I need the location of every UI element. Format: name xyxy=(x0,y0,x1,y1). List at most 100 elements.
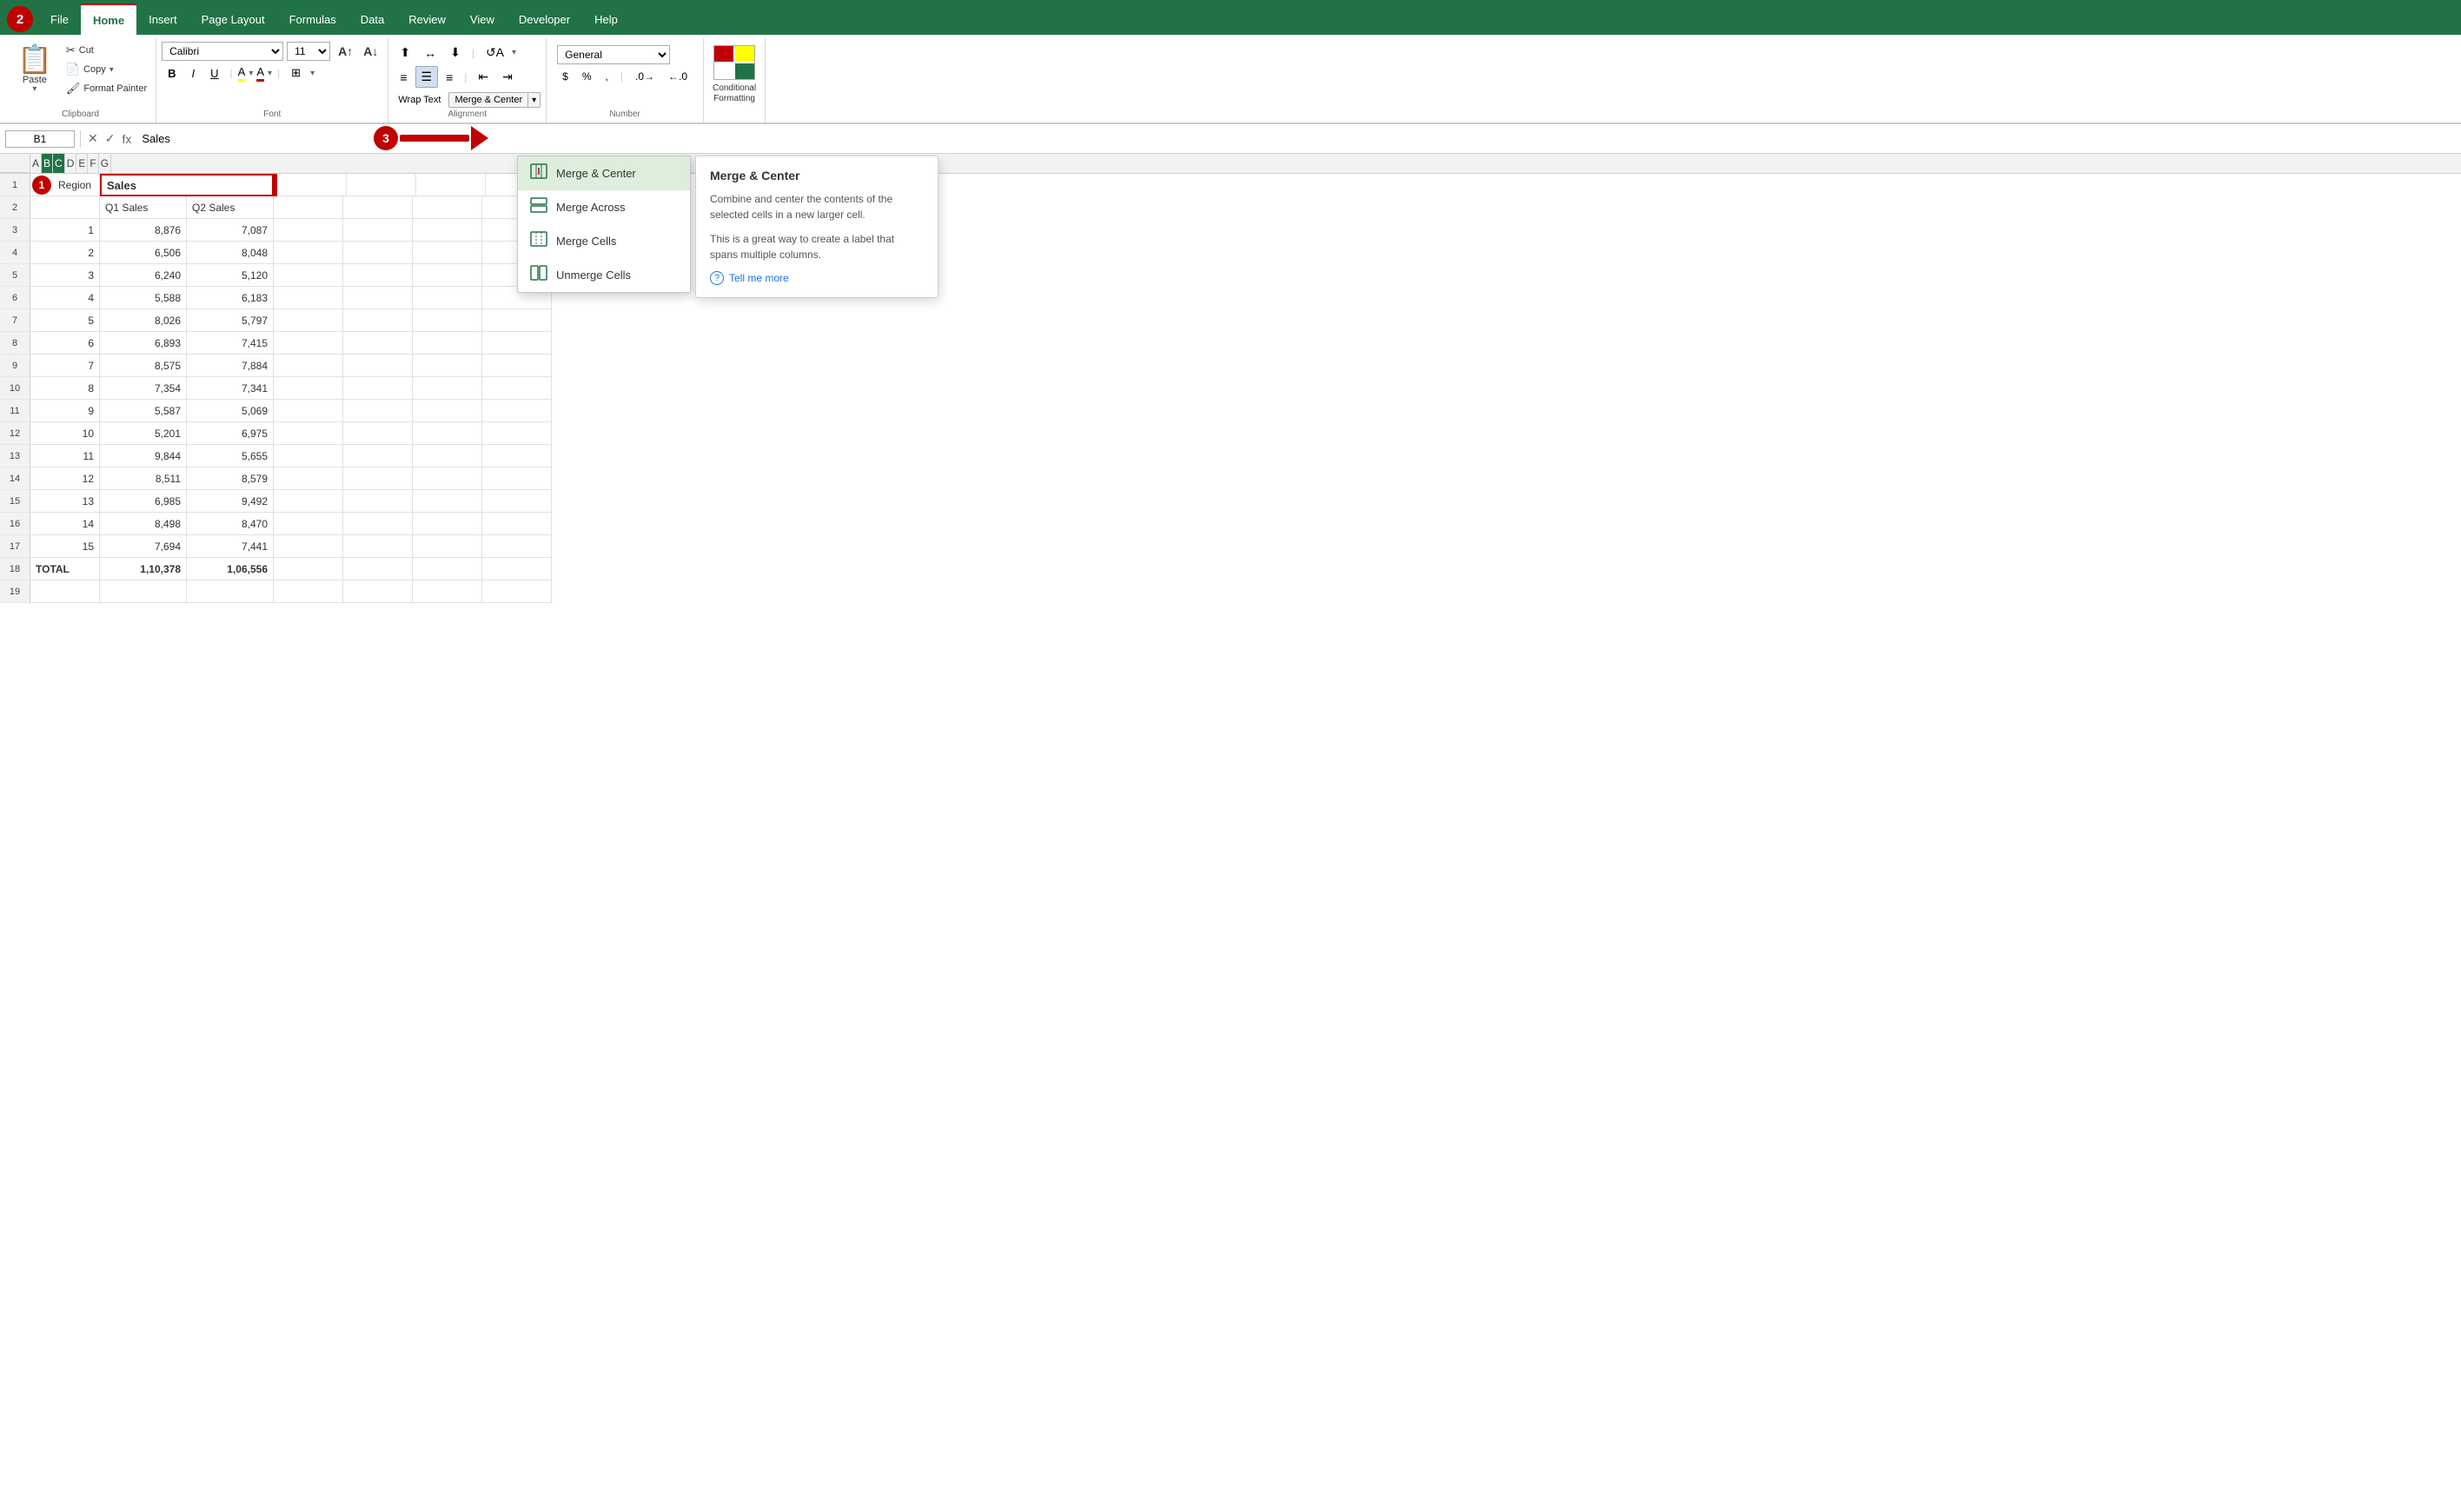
cell-E10[interactable] xyxy=(343,377,413,400)
cell-F12[interactable] xyxy=(413,422,482,445)
cell-A15[interactable]: 13 xyxy=(30,490,100,513)
font-shrink-button[interactable]: A↓ xyxy=(359,43,382,60)
cell-C14[interactable]: 8,579 xyxy=(187,468,274,490)
cell-F4[interactable] xyxy=(413,242,482,264)
font-color-button[interactable]: A xyxy=(256,65,264,82)
col-header-E[interactable]: E xyxy=(76,154,88,173)
tab-file[interactable]: File xyxy=(38,3,81,35)
unmerge-cells-option[interactable]: Unmerge Cells xyxy=(518,258,690,292)
col-header-F[interactable]: F xyxy=(88,154,98,173)
cell-B11[interactable]: 5,587 xyxy=(100,400,187,422)
cell-F17[interactable] xyxy=(413,535,482,558)
cell-B3[interactable]: 8,876 xyxy=(100,219,187,242)
cell-C3[interactable]: 7,087 xyxy=(187,219,274,242)
cell-F2[interactable] xyxy=(413,196,482,219)
cell-E6[interactable] xyxy=(343,287,413,309)
rotate-text-button[interactable]: ↺A xyxy=(480,42,510,63)
cell-G10[interactable] xyxy=(482,377,552,400)
cell-F10[interactable] xyxy=(413,377,482,400)
select-all-button[interactable] xyxy=(0,154,30,173)
insert-function-button[interactable]: fx xyxy=(120,130,133,148)
cell-E18[interactable] xyxy=(343,558,413,580)
col-header-G[interactable]: G xyxy=(99,154,111,173)
cell-F11[interactable] xyxy=(413,400,482,422)
align-left-button[interactable]: ≡ xyxy=(394,67,413,88)
cell-A18[interactable]: TOTAL xyxy=(30,558,100,580)
cell-B15[interactable]: 6,985 xyxy=(100,490,187,513)
cell-B14[interactable]: 8,511 xyxy=(100,468,187,490)
tab-insert[interactable]: Insert xyxy=(136,3,189,35)
cut-button[interactable]: ✂ Cut xyxy=(63,42,150,59)
cell-A9[interactable]: 7 xyxy=(30,355,100,377)
cell-E12[interactable] xyxy=(343,422,413,445)
cell-E16[interactable] xyxy=(343,513,413,535)
cell-G15[interactable] xyxy=(482,490,552,513)
fill-color-dropdown[interactable]: ▾ xyxy=(249,69,253,78)
formula-input[interactable] xyxy=(138,130,2456,147)
italic-button[interactable]: I xyxy=(186,64,202,83)
align-right-button[interactable]: ≡ xyxy=(440,67,459,88)
percent-button[interactable]: % xyxy=(577,68,597,85)
cell-E15[interactable] xyxy=(343,490,413,513)
cell-C15[interactable]: 9,492 xyxy=(187,490,274,513)
format-painter-button[interactable]: 🖌 Format Painter xyxy=(63,80,150,97)
merge-center-dropdown-button[interactable]: ▾ xyxy=(527,94,540,107)
comma-button[interactable]: , xyxy=(600,68,614,85)
cell-E2[interactable] xyxy=(343,196,413,219)
cell-B6[interactable]: 5,588 xyxy=(100,287,187,309)
cell-F1[interactable] xyxy=(416,174,486,196)
cell-D8[interactable] xyxy=(274,332,343,355)
cell-F18[interactable] xyxy=(413,558,482,580)
cell-F5[interactable] xyxy=(413,264,482,287)
cell-E1[interactable] xyxy=(347,174,416,196)
cell-A3[interactable]: 1 xyxy=(30,219,100,242)
cell-D18[interactable] xyxy=(274,558,343,580)
cell-G9[interactable] xyxy=(482,355,552,377)
cell-C8[interactable]: 7,415 xyxy=(187,332,274,355)
cell-A5[interactable]: 3 xyxy=(30,264,100,287)
indent-increase-button[interactable]: ⇥ xyxy=(496,66,519,88)
align-middle-button[interactable]: ↔ xyxy=(418,43,442,63)
align-bottom-button[interactable]: ⬇ xyxy=(444,42,467,63)
indent-decrease-button[interactable]: ⇤ xyxy=(472,66,494,88)
merge-cells-option[interactable]: Merge Cells xyxy=(518,224,690,258)
cell-C2[interactable]: Q2 Sales xyxy=(187,196,274,219)
cell-E3[interactable] xyxy=(343,219,413,242)
cell-D13[interactable] xyxy=(274,445,343,468)
cell-G8[interactable] xyxy=(482,332,552,355)
cell-F16[interactable] xyxy=(413,513,482,535)
col-header-D[interactable]: D xyxy=(65,154,77,173)
cell-G16[interactable] xyxy=(482,513,552,535)
cell-G17[interactable] xyxy=(482,535,552,558)
col-header-B[interactable]: B xyxy=(42,154,53,173)
cell-D15[interactable] xyxy=(274,490,343,513)
cell-D10[interactable] xyxy=(274,377,343,400)
cell-E17[interactable] xyxy=(343,535,413,558)
cell-F8[interactable] xyxy=(413,332,482,355)
cell-G18[interactable] xyxy=(482,558,552,580)
cell-F15[interactable] xyxy=(413,490,482,513)
cell-D12[interactable] xyxy=(274,422,343,445)
cell-A12[interactable]: 10 xyxy=(30,422,100,445)
cell-F9[interactable] xyxy=(413,355,482,377)
fill-color-button[interactable]: A xyxy=(238,65,246,82)
cell-A14[interactable]: 12 xyxy=(30,468,100,490)
cell-D5[interactable] xyxy=(274,264,343,287)
underline-button[interactable]: U xyxy=(204,64,224,83)
cell-D11[interactable] xyxy=(274,400,343,422)
cell-D1[interactable] xyxy=(277,174,347,196)
paste-button[interactable]: 📋 Paste ▾ xyxy=(10,42,59,97)
cell-B5[interactable]: 6,240 xyxy=(100,264,187,287)
cell-B1-merged[interactable]: Sales xyxy=(100,174,274,196)
decimal-decrease-button[interactable]: ←.0 xyxy=(663,68,693,85)
cell-E5[interactable] xyxy=(343,264,413,287)
cell-B12[interactable]: 5,201 xyxy=(100,422,187,445)
cell-A17[interactable]: 15 xyxy=(30,535,100,558)
font-group-label[interactable]: Font xyxy=(156,108,388,121)
bold-button[interactable]: B xyxy=(162,64,182,83)
cell-B10[interactable]: 7,354 xyxy=(100,377,187,400)
cell-B18[interactable]: 1,10,378 xyxy=(100,558,187,580)
align-center-button[interactable]: ☰ xyxy=(415,66,439,88)
cell-F14[interactable] xyxy=(413,468,482,490)
cell-A11[interactable]: 9 xyxy=(30,400,100,422)
